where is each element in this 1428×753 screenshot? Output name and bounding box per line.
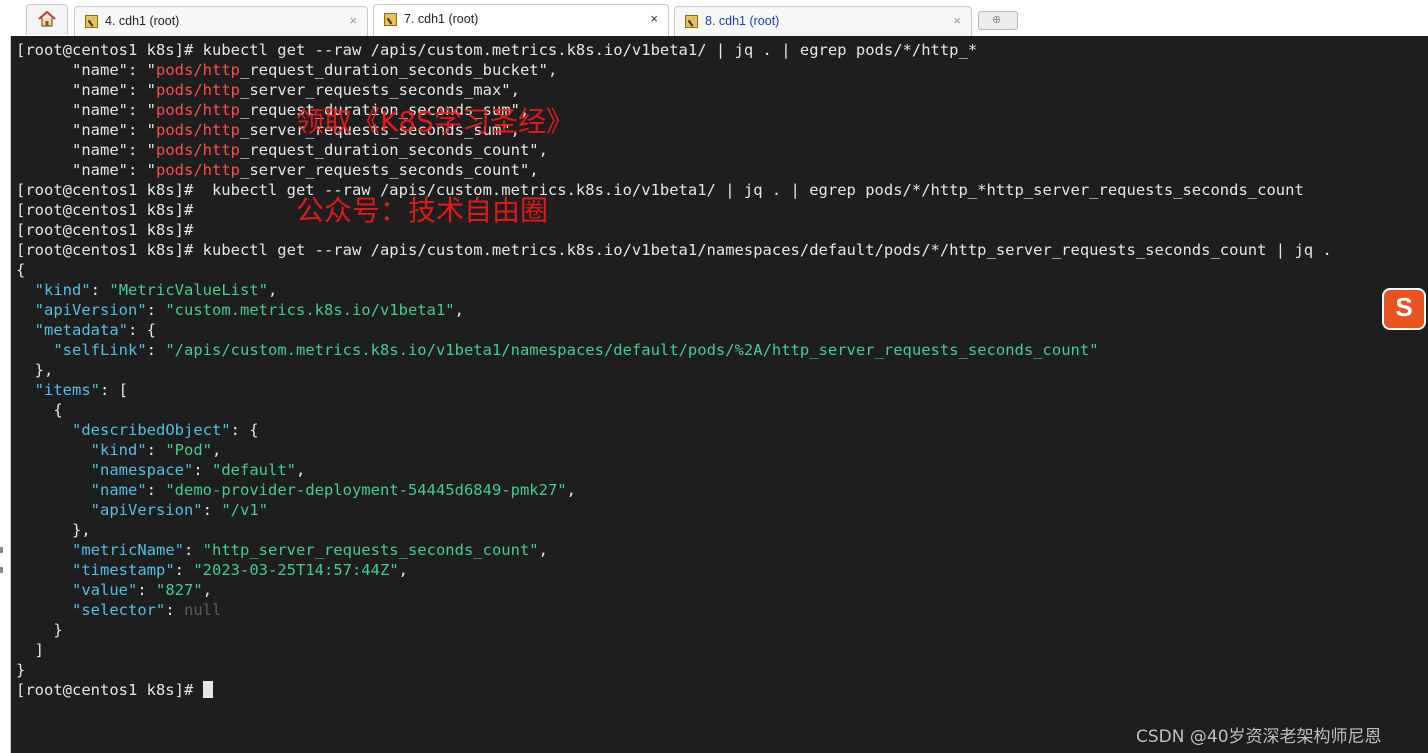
home-tab[interactable] (26, 4, 68, 35)
tab-label: 8. cdh1 (root) (705, 14, 780, 28)
new-tab-button[interactable]: ⊕ (978, 11, 1018, 30)
close-icon[interactable]: × (349, 13, 357, 28)
terminal-text: [root@centos1 k8s]# kubectl get --raw /a… (16, 41, 1332, 699)
command-line: kubectl get --raw /apis/custom.metrics.k… (202, 41, 978, 59)
terminal-output[interactable]: [root@centos1 k8s]# kubectl get --raw /a… (0, 36, 1428, 753)
grep-match: pods/http (156, 161, 240, 179)
tab-session-7[interactable]: 7. cdh1 (root) × (373, 4, 669, 36)
watermark-line-2: 公众号：技术自由圈 (296, 194, 549, 227)
grep-match: pods/http (156, 81, 240, 99)
grep-match: pods/http (156, 61, 240, 79)
plus-icon: ⊕ (992, 14, 1002, 26)
watermark-line-1: 领取《K8S学习圣经》 (296, 105, 574, 138)
command-line: kubectl get --raw /apis/custom.metrics.k… (202, 241, 1332, 259)
terminal-session-icon (384, 13, 397, 26)
terminal-session-icon (685, 15, 698, 28)
grep-match: pods/http (156, 141, 240, 159)
tab-session-8[interactable]: 8. cdh1 (root) × (674, 6, 972, 36)
grep-match: pods/http (156, 101, 240, 119)
home-icon (38, 11, 56, 27)
csdn-credit: CSDN @40岁资深老架构师尼恩 (1136, 727, 1382, 747)
close-icon[interactable]: × (953, 13, 961, 28)
text-cursor (202, 681, 213, 698)
grep-match: pods/http (156, 121, 240, 139)
close-icon[interactable]: × (650, 11, 658, 26)
terminal-session-icon (85, 15, 98, 28)
tab-label: 4. cdh1 (root) (105, 14, 180, 28)
tab-label: 7. cdh1 (root) (404, 12, 479, 26)
left-edge-strip (0, 36, 11, 753)
tab-session-4[interactable]: 4. cdh1 (root) × (74, 6, 368, 36)
sogou-ime-icon[interactable]: S (1382, 288, 1426, 330)
tab-strip: 4. cdh1 (root) × 7. cdh1 (root) × 8. cdh… (0, 0, 1428, 37)
